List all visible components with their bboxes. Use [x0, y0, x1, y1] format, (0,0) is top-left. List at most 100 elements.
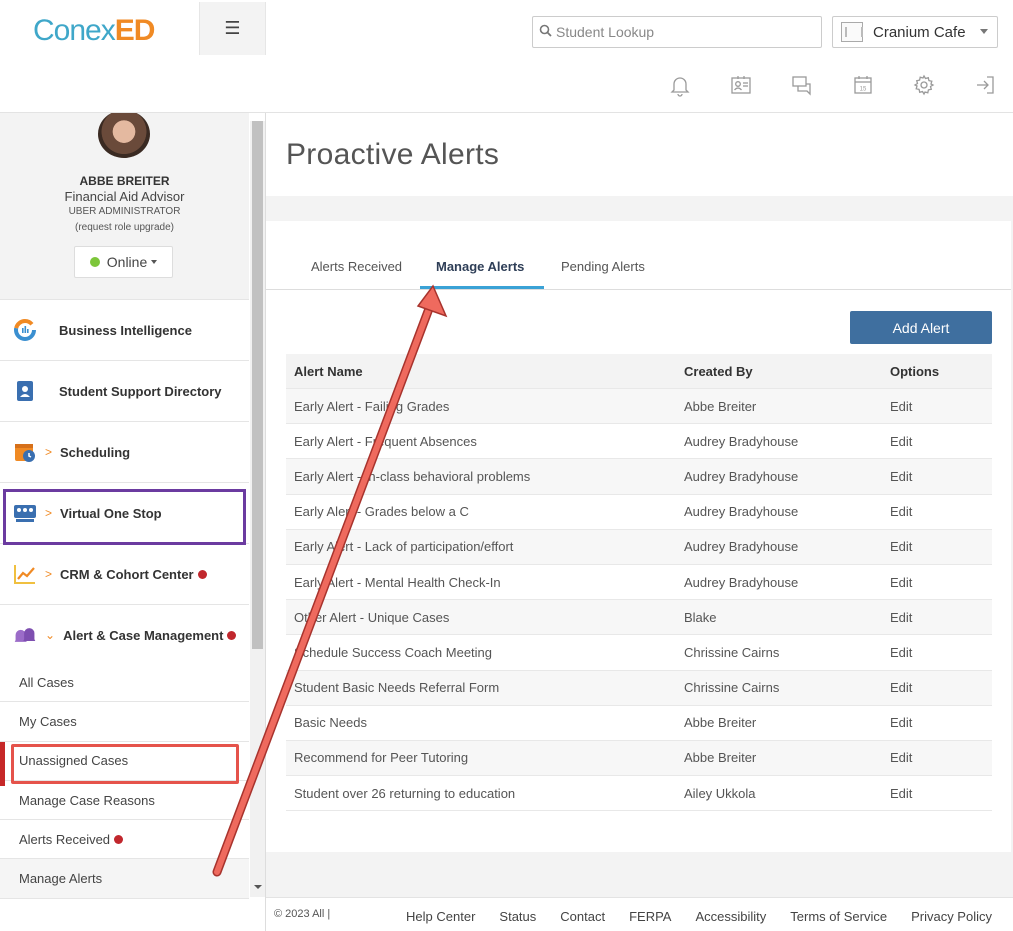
building-icon [841, 22, 863, 42]
table-row: Schedule Success Coach Meeting Chrissine … [286, 635, 992, 671]
tab-alerts-received[interactable]: Alerts Received [311, 259, 402, 274]
app-header: ConexED ☰ Cranium Cafe 15 [0, 0, 1013, 113]
gear-icon[interactable] [909, 72, 939, 98]
created-by-cell: Ailey Ukkola [684, 785, 756, 801]
sidebar-item-crm-cohort-center[interactable]: > CRM & Cohort Center [0, 543, 249, 604]
edit-link[interactable]: Edit [890, 750, 992, 765]
tab-pending-alerts[interactable]: Pending Alerts [561, 259, 645, 274]
tab-bar: Alerts Received Manage Alerts Pending Al… [266, 221, 1011, 290]
subnav-alerts-received[interactable]: Alerts Received [0, 820, 249, 860]
edit-link[interactable]: Edit [890, 715, 992, 730]
chevron-right-icon: > [45, 445, 53, 459]
table-row: Other Alert - Unique Cases Blake Edit [286, 600, 992, 636]
status-dropdown[interactable]: Online [74, 246, 173, 278]
location-select[interactable]: Cranium Cafe [832, 16, 998, 48]
edit-link[interactable]: Edit [890, 399, 992, 414]
alert-name-cell: Early Alert - In-class behavioral proble… [294, 468, 531, 484]
footer-link-contact[interactable]: Contact [560, 909, 605, 924]
alerts-table: Alert Name Created By Options Early Aler… [286, 354, 992, 812]
edit-link[interactable]: Edit [890, 786, 992, 801]
alert-name-cell: Basic Needs [294, 715, 367, 731]
alert-name-cell: Student Basic Needs Referral Form [294, 680, 500, 696]
sidebar-nav: Business Intelligence Student Support Di… [0, 299, 249, 665]
chevron-down-icon: ⌄ [45, 628, 56, 642]
sidebar-item-alert-case-management[interactable]: ⌄ Alert & Case Management [0, 604, 249, 665]
column-header-alert-name: Alert Name [294, 363, 363, 379]
caret-down-icon [151, 260, 158, 264]
edit-link[interactable]: Edit [890, 539, 992, 554]
student-lookup[interactable] [532, 16, 822, 48]
menu-toggle-button[interactable]: ☰ [199, 2, 266, 55]
footer-link-ferpa[interactable]: FERPA [629, 909, 671, 924]
sidebar-item-business-intelligence[interactable]: Business Intelligence [0, 299, 249, 360]
calendar-icon[interactable]: 15 [848, 72, 878, 98]
subnav-my-cases[interactable]: My Cases [0, 702, 249, 742]
column-header-options: Options [890, 363, 940, 379]
table-row: Student Basic Needs Referral Form Chrissi… [286, 670, 992, 706]
edit-link[interactable]: Edit [890, 434, 992, 449]
sidebar-scrollbar-thumb[interactable] [252, 121, 263, 649]
footer-link-status[interactable]: Status [499, 909, 536, 924]
chevron-down-icon [980, 29, 988, 34]
sidebar-item-scheduling[interactable]: > Scheduling [0, 421, 249, 482]
footer-link-help-center[interactable]: Help Center [406, 909, 475, 924]
created-by-cell: Abbe Breiter [684, 750, 757, 766]
chat-icon[interactable] [787, 72, 817, 98]
notification-dot [114, 834, 124, 844]
notification-dot [227, 630, 237, 640]
profile-panel: ABBE BREITER Financial Aid Advisor UBER … [0, 113, 249, 299]
status-label: Online [106, 254, 148, 270]
alerts-card: Alerts Received Manage Alerts Pending Al… [266, 221, 1011, 852]
add-alert-button[interactable]: Add Alert [850, 311, 992, 344]
logout-icon[interactable] [970, 72, 1000, 98]
calendar-clock-icon [13, 440, 37, 464]
alert-name-cell: Student over 26 returning to education [294, 785, 516, 801]
footer-link-privacy[interactable]: Privacy Policy [911, 909, 992, 924]
created-by-cell: Audrey Bradyhouse [684, 574, 799, 590]
edit-link[interactable]: Edit [890, 504, 992, 519]
svg-text:15: 15 [860, 87, 867, 93]
footer-link-accessibility[interactable]: Accessibility [695, 909, 766, 924]
created-by-cell: Blake [684, 609, 717, 625]
bell-icon[interactable] [665, 72, 695, 98]
alert-name-cell: Early Alert - Grades below a C [294, 504, 469, 520]
sidebar-item-student-support-directory[interactable]: Student Support Directory [0, 360, 249, 421]
column-header-created-by: Created By [684, 363, 753, 379]
directory-icon [13, 379, 37, 403]
alert-name-cell: Early Alert - Failing Grades [294, 398, 450, 414]
alert-name-cell: Recommend for Peer Tutoring [294, 750, 469, 766]
created-by-cell: Audrey Bradyhouse [684, 433, 799, 449]
edit-link[interactable]: Edit [890, 575, 992, 590]
alert-name-cell: Early Alert - Mental Health Check-In [294, 574, 501, 590]
table-row: Early Alert - Mental Health Check-In Audr… [286, 565, 992, 601]
page-title: Proactive Alerts [286, 138, 500, 171]
annotation-left-bar [0, 742, 5, 786]
created-by-cell: Abbe Breiter [684, 715, 757, 731]
scroll-down-arrow-icon[interactable] [254, 885, 262, 889]
edit-link[interactable]: Edit [890, 645, 992, 660]
chevron-right-icon: > [45, 567, 53, 581]
copyright: © 2023 All | [274, 908, 331, 920]
subnav-manage-alerts[interactable]: Manage Alerts [0, 859, 249, 899]
alert-name-cell: Schedule Success Coach Meeting [294, 644, 493, 660]
title-band: Proactive Alerts [266, 113, 1013, 196]
table-body: Early Alert - Failing Grades Abbe Breiter… [286, 389, 992, 812]
subnav-all-cases[interactable]: All Cases [0, 663, 249, 703]
online-status-icon [89, 257, 100, 267]
edit-link[interactable]: Edit [890, 469, 992, 484]
id-card-icon[interactable] [726, 72, 756, 98]
profile-name: ABBE BREITER [79, 174, 170, 188]
student-lookup-input[interactable] [556, 24, 816, 40]
edit-link[interactable]: Edit [890, 680, 992, 695]
edit-link[interactable]: Edit [890, 610, 992, 625]
table-row: Recommend for Peer Tutoring Abbe Breiter E… [286, 740, 992, 777]
donut-chart-icon [13, 318, 37, 342]
alert-name-cell: Early Alert - Lack of participation/effo… [294, 539, 514, 555]
conexed-logo[interactable]: ConexED [33, 14, 155, 48]
alert-name-cell: Other Alert - Unique Cases [294, 609, 450, 625]
footer-links: Help Center Status Contact FERPA Accessi… [382, 909, 992, 924]
subnav-manage-case-reasons[interactable]: Manage Case Reasons [0, 780, 249, 821]
footer-link-terms[interactable]: Terms of Service [790, 909, 887, 924]
role-upgrade-link[interactable]: (request role upgrade) [0, 222, 249, 233]
tab-manage-alerts[interactable]: Manage Alerts [436, 259, 524, 274]
